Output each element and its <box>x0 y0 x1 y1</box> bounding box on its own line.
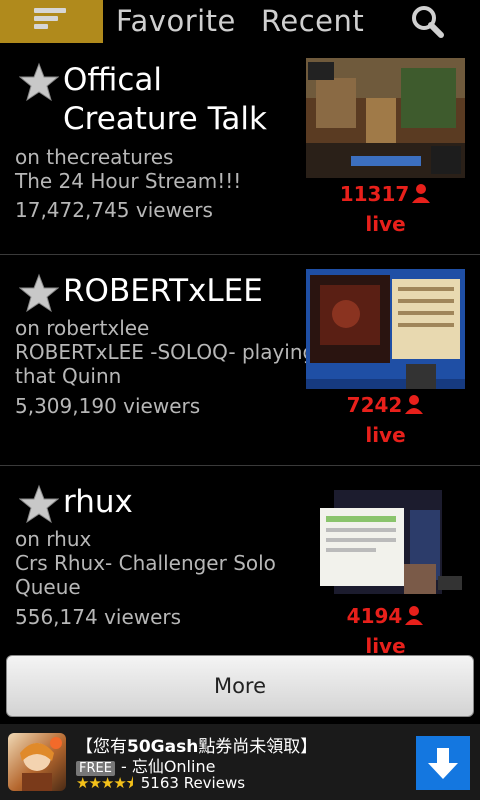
stream-channel: on rhux <box>15 527 92 551</box>
download-button[interactable] <box>416 736 470 790</box>
stream-channel: on thecreatures <box>15 145 174 169</box>
stream-viewers: 556,174 viewers <box>15 605 182 629</box>
stream-viewers: 17,472,745 viewers <box>15 198 213 222</box>
live-viewer-count: 11317 <box>306 182 465 206</box>
top-bar: Favorite Recent <box>0 0 480 44</box>
search-icon <box>412 6 444 38</box>
live-label: live <box>365 423 406 447</box>
person-icon <box>405 395 424 414</box>
live-viewer-count: 7242 <box>306 393 465 417</box>
live-viewer-count: 4194 <box>306 604 465 628</box>
search-button[interactable] <box>408 4 448 40</box>
ad-rating: ★★★★⯨ 5163 Reviews <box>76 774 246 792</box>
stream-item[interactable]: ROBERTxLEE on robertxlee ROBERTxLEE -SOL… <box>0 255 480 465</box>
stream-description: Crs Rhux- Challenger Solo Queue <box>15 551 276 599</box>
tab-favorite[interactable]: Favorite <box>116 4 236 38</box>
ad-banner[interactable]: 【您有50Gash點券尚未領取】 FREE - 忘仙Online ★★★★⯨ 516… <box>0 724 480 800</box>
stream-channel: on robertxlee <box>15 316 150 340</box>
more-button[interactable]: More <box>6 655 474 717</box>
stream-description: ROBERTxLEE -SOLOQ- playing that Quinn <box>15 340 316 388</box>
rating-stars-icon: ★★★★⯨ <box>76 774 134 792</box>
tab-recent[interactable]: Recent <box>261 4 364 38</box>
stream-title: rhux <box>63 484 133 520</box>
stream-thumbnail[interactable] <box>306 480 465 600</box>
person-icon <box>412 184 431 203</box>
favorite-star-icon[interactable] <box>19 62 59 102</box>
stream-viewers: 5,309,190 viewers <box>15 394 201 418</box>
stream-title: ROBERTxLEE <box>63 273 263 309</box>
download-arrow-icon <box>428 748 458 779</box>
stream-item[interactable]: Offical Creature Talk on thecreatures Th… <box>0 50 480 254</box>
favorite-star-icon[interactable] <box>19 484 59 524</box>
stream-item[interactable]: rhux on rhux Crs Rhux- Challenger Solo Q… <box>0 466 480 656</box>
stream-title: Offical Creature Talk <box>63 62 267 137</box>
stream-thumbnail[interactable] <box>306 269 465 389</box>
live-label: live <box>365 634 406 656</box>
menu-icon <box>34 8 68 34</box>
person-icon <box>405 606 424 625</box>
ad-app-icon[interactable] <box>8 733 66 791</box>
live-label: live <box>365 212 406 236</box>
stream-description: The 24 Hour Stream!!! <box>15 169 242 193</box>
stream-thumbnail[interactable] <box>306 58 465 178</box>
menu-button[interactable] <box>0 0 103 43</box>
favorite-star-icon[interactable] <box>19 273 59 313</box>
